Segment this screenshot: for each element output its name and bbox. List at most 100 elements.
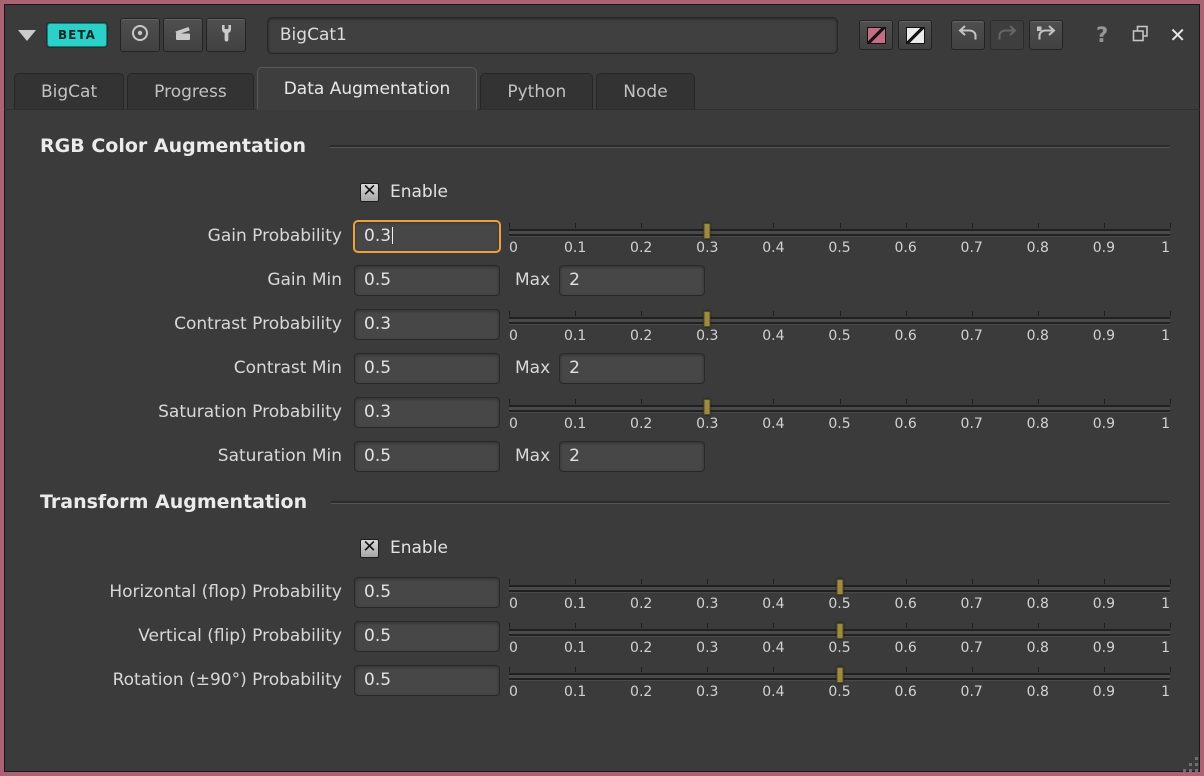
slider-tick — [1038, 311, 1039, 316]
slider-tick — [707, 623, 708, 628]
slider-handle[interactable] — [704, 223, 711, 239]
rotation-probability-label: Rotation (±90°) Probability — [4, 670, 354, 690]
slider-scale-label: 0.6 — [894, 328, 916, 344]
flipbook-button[interactable] — [163, 18, 203, 52]
slider-tick — [1170, 399, 1171, 404]
contrast-probability-input[interactable]: 0.3 — [354, 309, 500, 340]
slider-scale-label: 0.7 — [961, 328, 983, 344]
slider-scale-label: 0.7 — [961, 640, 983, 656]
beta-badge: BETA — [47, 23, 107, 47]
gain-probability-input[interactable]: 0.3 — [354, 221, 500, 252]
section-divider — [331, 501, 1170, 503]
slider-tick — [641, 399, 642, 404]
slider-tick — [906, 399, 907, 404]
contrast-min-input[interactable]: 0.5 — [354, 353, 500, 384]
slider-scale-label: 0.8 — [1027, 416, 1049, 432]
slider-tick — [1170, 311, 1171, 316]
slider-tick — [575, 223, 576, 228]
tab-progress[interactable]: Progress — [127, 73, 254, 109]
horizontal-flop-probability-input[interactable]: 0.5 — [354, 577, 500, 608]
slider-scale-label: 0 — [509, 596, 518, 612]
float-panel-button[interactable] — [1131, 24, 1150, 47]
slider-handle[interactable] — [836, 579, 843, 595]
slider-tick — [509, 223, 510, 228]
panel-collapse-arrow-icon[interactable] — [18, 30, 36, 41]
vertical-flip-probability-label: Vertical (flip) Probability — [4, 626, 354, 646]
gain-probability-slider[interactable]: 00.10.20.30.40.50.60.70.80.91 — [509, 223, 1170, 257]
gain-min-input[interactable]: 0.5 — [354, 265, 500, 296]
slider-scale-label: 0.5 — [828, 640, 850, 656]
wrench-icon — [217, 23, 235, 47]
tab-bigcat[interactable]: BigCat — [14, 73, 124, 109]
tab-data-augmentation[interactable]: Data Augmentation — [257, 67, 478, 110]
vertical-flip-probability-slider[interactable]: 00.10.20.30.40.50.60.70.80.91 — [509, 623, 1170, 657]
slider-scale-label: 0.8 — [1027, 640, 1049, 656]
transform-enable-checkbox[interactable] — [360, 539, 379, 558]
tab-bar: BigCat Progress Data Augmentation Python… — [4, 66, 1200, 110]
slider-track[interactable] — [509, 317, 1170, 324]
rotation-probability-input[interactable]: 0.5 — [354, 665, 500, 696]
slider-handle[interactable] — [704, 311, 711, 327]
slider-tick — [575, 623, 576, 628]
gl-color-button[interactable] — [898, 20, 932, 50]
settings-button[interactable] — [206, 18, 246, 52]
slider-scale-label: 0.3 — [696, 328, 718, 344]
gain-max-label: Max — [515, 270, 550, 290]
slider-tick — [773, 579, 774, 584]
redo-button[interactable] — [990, 20, 1024, 50]
slider-tick — [972, 223, 973, 228]
horizontal-flop-probability-slider[interactable]: 00.10.20.30.40.50.60.70.80.91 — [509, 579, 1170, 613]
revert-button[interactable] — [1029, 20, 1063, 50]
tab-node[interactable]: Node — [596, 73, 694, 109]
rgb-enable-checkbox[interactable] — [360, 183, 379, 202]
slider-handle[interactable] — [836, 623, 843, 639]
slider-tick — [509, 399, 510, 404]
slider-scale-label: 0.5 — [828, 328, 850, 344]
slider-scale-label: 0.8 — [1027, 684, 1049, 700]
saturation-probability-slider[interactable]: 00.10.20.30.40.50.60.70.80.91 — [509, 399, 1170, 433]
slider-scale-label: 0.9 — [1093, 328, 1115, 344]
slider-tick — [1104, 311, 1105, 316]
slider-tick — [972, 399, 973, 404]
node-name-field[interactable]: BigCat1 — [267, 17, 838, 54]
contrast-probability-slider[interactable]: 00.10.20.30.40.50.60.70.80.91 — [509, 311, 1170, 345]
slider-scale-label: 0 — [509, 328, 518, 344]
title-bar: BETA BigCat1 — [4, 4, 1200, 66]
tile-color-swatch-icon — [867, 27, 886, 44]
rotation-probability-slider[interactable]: 00.10.20.30.40.50.60.70.80.91 — [509, 667, 1170, 701]
close-button[interactable]: ✕ — [1169, 23, 1186, 47]
slider-track[interactable] — [509, 229, 1170, 236]
contrast-max-input[interactable]: 2 — [559, 353, 705, 384]
slider-scale-label: 0.1 — [564, 240, 586, 256]
slider-scale-label: 0.6 — [894, 596, 916, 612]
slider-scale-label: 0.4 — [762, 640, 784, 656]
saturation-max-input[interactable]: 2 — [559, 441, 705, 472]
saturation-probability-input[interactable]: 0.3 — [354, 397, 500, 428]
slider-scale-label: 0.8 — [1027, 240, 1049, 256]
tab-python[interactable]: Python — [480, 73, 593, 109]
slider-track[interactable] — [509, 405, 1170, 412]
slider-scale-label: 0.2 — [630, 416, 652, 432]
gain-max-input[interactable]: 2 — [559, 265, 705, 296]
gl-color-swatch-icon — [906, 27, 925, 44]
slider-scale-label: 0.4 — [762, 596, 784, 612]
transform-enable-label: Enable — [390, 538, 448, 558]
undo-button[interactable] — [951, 20, 985, 50]
slider-handle[interactable] — [836, 667, 843, 683]
rotation-probability-row: Rotation (±90°) Probability 0.5 00.10.20… — [4, 658, 1200, 702]
slider-tick — [707, 579, 708, 584]
focus-node-button[interactable] — [120, 18, 160, 52]
slider-scale-label: 0.7 — [961, 416, 983, 432]
slider-tick — [906, 623, 907, 628]
float-window-icon — [1131, 24, 1150, 47]
slider-scale-label: 0.5 — [828, 684, 850, 700]
vertical-flip-probability-input[interactable]: 0.5 — [354, 621, 500, 652]
saturation-min-input[interactable]: 0.5 — [354, 441, 500, 472]
resize-grip[interactable] — [1183, 757, 1186, 760]
slider-scale-label: 0.6 — [894, 416, 916, 432]
help-button[interactable]: ? — [1096, 23, 1108, 47]
tile-color-button[interactable] — [859, 20, 893, 50]
slider-handle[interactable] — [704, 399, 711, 415]
gain-probability-row: Gain Probability 0.3 00.10.20.30.40.50.6… — [4, 214, 1200, 258]
slider-tick — [641, 579, 642, 584]
